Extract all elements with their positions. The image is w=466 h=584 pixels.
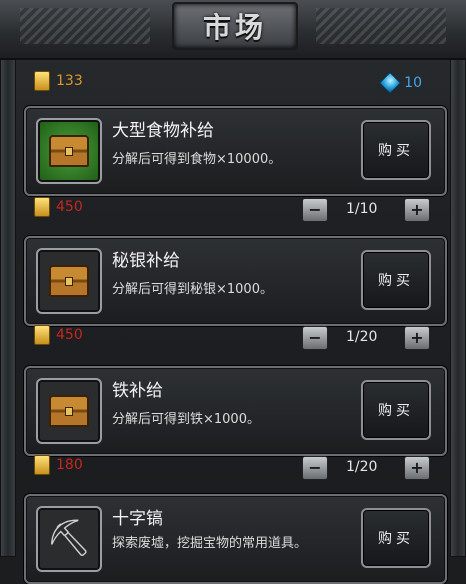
increase-quantity-button[interactable]: + bbox=[404, 198, 430, 222]
market-item-card: 大型食物补给 分解后可得到食物×10000。 购买 bbox=[24, 106, 447, 196]
gold-coin-icon bbox=[34, 196, 50, 217]
gem-icon bbox=[378, 71, 402, 94]
item-icon-frame bbox=[36, 248, 102, 314]
left-frame-border bbox=[0, 40, 16, 557]
price-row: 450 − 1/10 + bbox=[34, 196, 434, 224]
decrease-quantity-button[interactable]: − bbox=[302, 456, 328, 480]
chest-icon bbox=[49, 265, 89, 297]
buy-button[interactable]: 购买 bbox=[361, 120, 431, 180]
item-icon-frame bbox=[36, 378, 102, 444]
item-description: 分解后可得到秘银×1000。 bbox=[112, 282, 273, 297]
item-name: 大型食物补给 bbox=[112, 121, 214, 141]
buy-button[interactable]: 购买 bbox=[361, 508, 431, 568]
gold-coin-icon bbox=[34, 70, 50, 91]
currency-row: 133 10 bbox=[34, 70, 432, 96]
item-description: 分解后可得到食物×10000。 bbox=[112, 152, 282, 167]
item-icon-frame: ⛏ bbox=[36, 506, 102, 572]
gem-amount: 10 bbox=[404, 74, 422, 91]
gem-display: 10 bbox=[378, 71, 422, 94]
item-description: 分解后可得到铁×1000。 bbox=[112, 412, 260, 427]
header-bar: 市场 bbox=[0, 0, 466, 60]
item-price: 450 bbox=[56, 326, 83, 343]
item-price: 450 bbox=[56, 198, 83, 215]
item-name: 秘银补给 bbox=[112, 251, 180, 271]
item-price: 180 bbox=[56, 456, 83, 473]
market-item-card: 秘银补给 分解后可得到秘银×1000。 购买 bbox=[24, 236, 447, 326]
header-ornament-left bbox=[20, 8, 150, 44]
gold-amount: 133 bbox=[56, 72, 83, 89]
price-row: 180 − 1/20 + bbox=[34, 454, 434, 482]
decrease-quantity-button[interactable]: − bbox=[302, 326, 328, 350]
gold-coin-icon bbox=[34, 454, 50, 475]
header-ornament-right bbox=[316, 8, 446, 44]
pickaxe-icon: ⛏ bbox=[46, 518, 92, 559]
quantity-display: 1/20 bbox=[346, 329, 378, 345]
increase-quantity-button[interactable]: + bbox=[404, 456, 430, 480]
market-window: 市场 133 10 大型食物补给 分解后可得到食物×10000。 购买 450 … bbox=[0, 0, 466, 584]
gold-coin-icon bbox=[34, 324, 50, 345]
market-item-card: 铁补给 分解后可得到铁×1000。 购买 bbox=[24, 366, 447, 456]
market-item-card: ⛏ 十字镐 探索废墟，挖掘宝物的常用道具。 购买 bbox=[24, 494, 447, 584]
buy-button[interactable]: 购买 bbox=[361, 380, 431, 440]
chest-icon bbox=[49, 395, 89, 427]
price-row: 450 − 1/20 + bbox=[34, 324, 434, 352]
right-frame-border bbox=[450, 40, 466, 557]
increase-quantity-button[interactable]: + bbox=[404, 326, 430, 350]
quantity-display: 1/10 bbox=[346, 201, 378, 217]
chest-icon bbox=[49, 135, 89, 167]
quantity-display: 1/20 bbox=[346, 459, 378, 475]
title-plate: 市场 bbox=[172, 2, 298, 50]
page-title: 市场 bbox=[202, 11, 267, 44]
buy-button[interactable]: 购买 bbox=[361, 250, 431, 310]
decrease-quantity-button[interactable]: − bbox=[302, 198, 328, 222]
item-description: 探索废墟，挖掘宝物的常用道具。 bbox=[112, 536, 308, 551]
item-icon-frame bbox=[36, 118, 102, 184]
item-name: 铁补给 bbox=[112, 381, 163, 401]
item-name: 十字镐 bbox=[112, 509, 163, 529]
